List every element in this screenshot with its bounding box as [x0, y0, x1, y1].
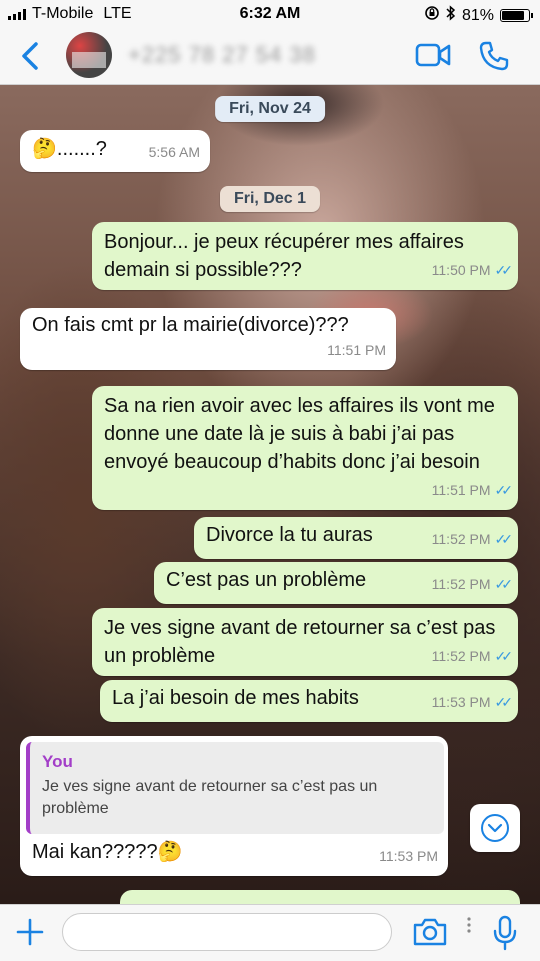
- date-separator: Fri, Nov 24: [215, 96, 325, 122]
- message-outgoing[interactable]: Bonjour... je peux récupérer mes affaire…: [92, 222, 518, 290]
- status-right: 81%: [424, 5, 533, 26]
- video-call-icon[interactable]: [415, 40, 451, 75]
- message-meta: 11:52 PM ✓✓: [431, 525, 514, 553]
- message-outgoing[interactable]: La j’ai besoin de mes habits 11:53 PM ✓✓: [100, 680, 518, 722]
- quote-author: You: [42, 752, 73, 771]
- message-meta: 11:53 PM ✓✓: [431, 688, 514, 716]
- message-input[interactable]: [62, 913, 392, 951]
- message-outgoing[interactable]: Divorce la tu auras 11:52 PM ✓✓: [194, 517, 518, 559]
- message-time: 11:52 PM: [431, 531, 491, 547]
- message-meta: 11:50 PM ✓✓: [431, 256, 514, 284]
- message-outgoing[interactable]: Sa na rien avoir avec les affaires ils v…: [92, 386, 518, 510]
- status-bar: T-Mobile LTE 6:32 AM 81%: [0, 0, 540, 28]
- read-receipt-icon: ✓✓: [494, 482, 514, 498]
- message-time: 11:52 PM: [431, 648, 491, 664]
- contact-name[interactable]: +225 78 27 54 38: [128, 42, 316, 68]
- message-outgoing[interactable]: Je ves signe avant de retourner sa c’est…: [92, 608, 518, 676]
- composer-bar: [0, 904, 540, 961]
- message-outgoing[interactable]: C’est pas un problème 11:52 PM ✓✓: [154, 562, 518, 604]
- message-meta: 11:53 PM: [379, 842, 438, 870]
- message-meta: 11:51 PM: [327, 336, 386, 364]
- battery-icon: [500, 9, 533, 22]
- bluetooth-icon: [446, 5, 456, 26]
- quote-text: Je ves signe avant de retourner sa c’est…: [42, 778, 378, 817]
- message-meta: 11:52 PM ✓✓: [431, 642, 514, 670]
- message-time: 11:53 PM: [431, 694, 491, 710]
- message-text: On fais cmt pr la mairie(divorce)???: [32, 314, 349, 336]
- back-chevron-icon[interactable]: [14, 38, 44, 74]
- read-receipt-icon: ✓✓: [494, 576, 514, 592]
- message-text: Mai kan?????🤔: [32, 841, 183, 863]
- plus-icon[interactable]: [14, 915, 46, 954]
- scroll-down-button[interactable]: [470, 804, 520, 852]
- quoted-message[interactable]: You Je ves signe avant de retourner sa c…: [26, 742, 444, 834]
- message-time: 5:56 AM: [148, 144, 200, 160]
- orientation-lock-icon: [424, 5, 440, 26]
- battery-percent: 81%: [461, 6, 494, 24]
- date-separator: Fri, Dec 1: [219, 186, 321, 212]
- microphone-icon[interactable]: [492, 915, 518, 956]
- phone-call-icon[interactable]: [478, 40, 510, 77]
- message-incoming-reply[interactable]: You Je ves signe avant de retourner sa c…: [20, 736, 448, 876]
- read-receipt-icon: ✓✓: [494, 262, 514, 278]
- read-receipt-icon: ✓✓: [494, 694, 514, 710]
- message-time: 11:51 PM: [431, 482, 491, 498]
- read-receipt-icon: ✓✓: [494, 531, 514, 547]
- message-meta: 11:52 PM ✓✓: [431, 570, 514, 598]
- message-meta: 11:51 PM ✓✓: [431, 476, 514, 504]
- read-receipt-icon: ✓✓: [494, 648, 514, 664]
- chat-header: +225 78 27 54 38: [0, 28, 540, 85]
- message-time: 11:51 PM: [327, 342, 386, 358]
- message-incoming[interactable]: On fais cmt pr la mairie(divorce)??? 11:…: [20, 308, 396, 370]
- more-dots-icon[interactable]: [466, 915, 472, 941]
- message-incoming[interactable]: 🤔.......? 5:56 AM: [20, 130, 210, 172]
- message-text: Sa na rien avoir avec les affaires ils v…: [104, 395, 495, 473]
- message-time: 11:52 PM: [431, 576, 491, 592]
- message-meta: 5:56 AM: [149, 138, 200, 166]
- message-time: 11:53 PM: [379, 848, 438, 864]
- avatar[interactable]: [66, 32, 112, 78]
- message-time: 11:50 PM: [431, 262, 491, 278]
- camera-icon[interactable]: [412, 917, 448, 952]
- chevron-down-icon: [481, 814, 509, 842]
